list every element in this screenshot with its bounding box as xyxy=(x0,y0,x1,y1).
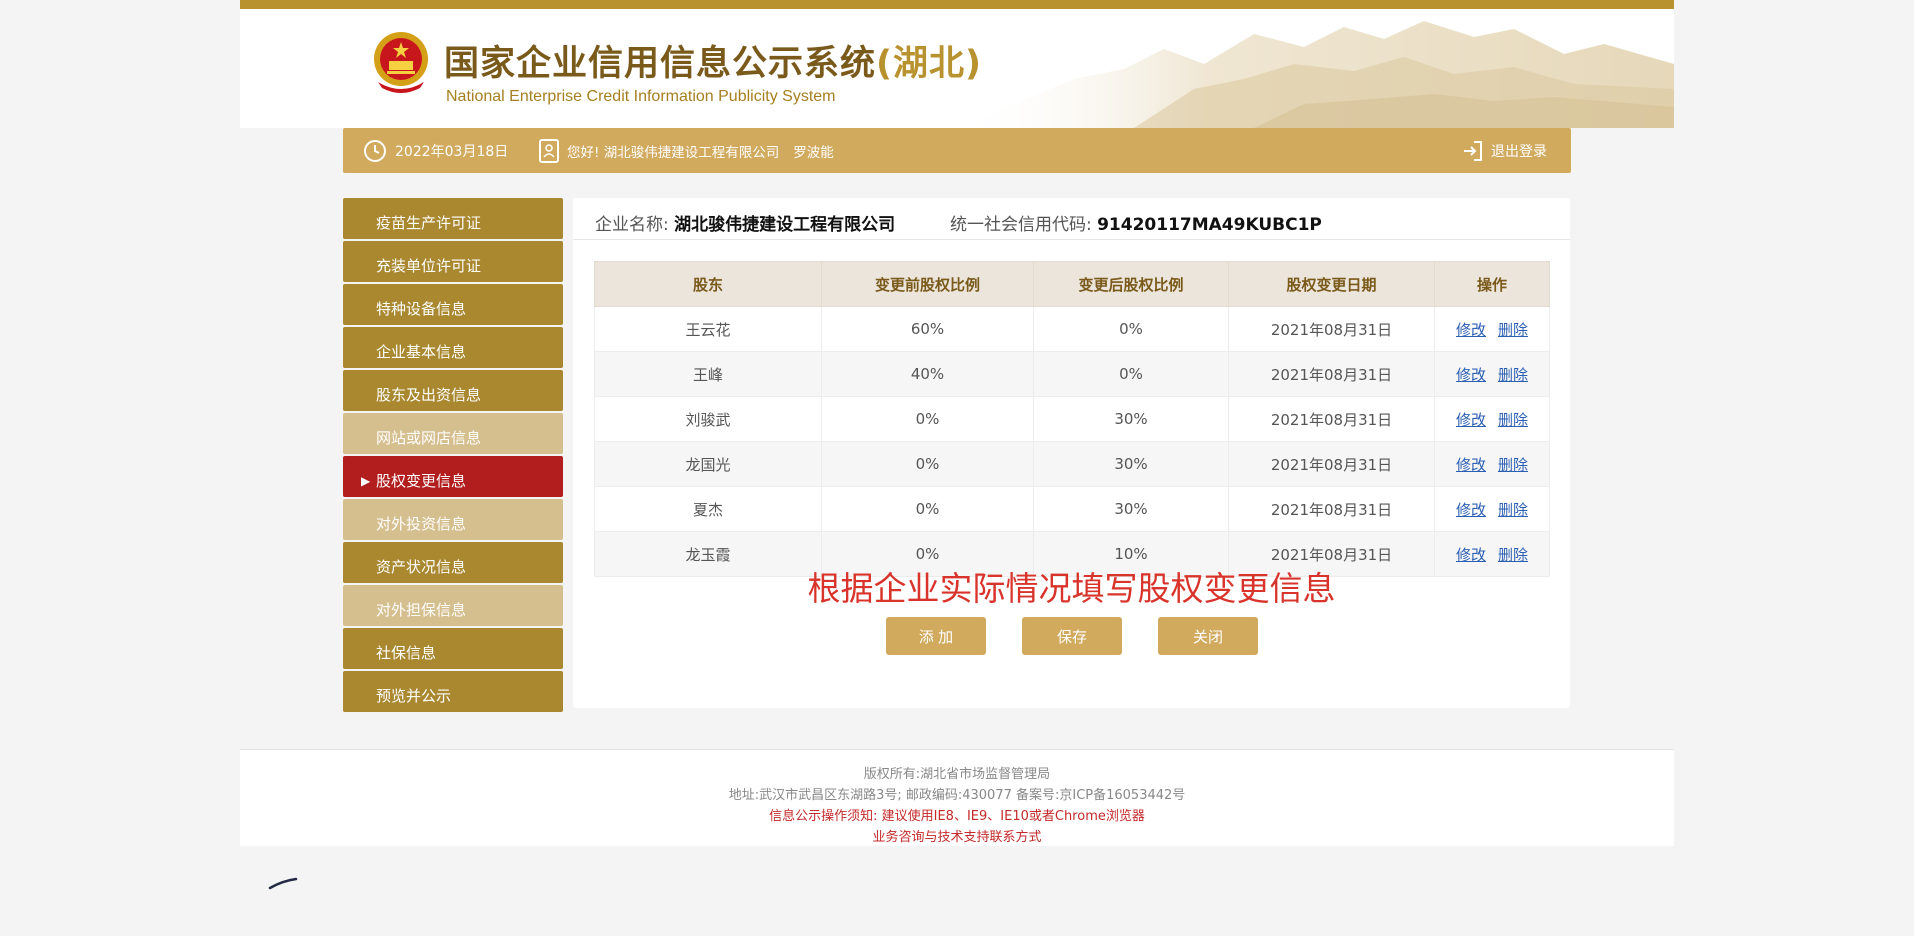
enterprise-info: 企业名称: 湖北骏伟捷建设工程有限公司 统一社会信用代码: 91420117MA… xyxy=(595,215,1322,235)
sidebar-item-investment[interactable]: 对外投资信息 xyxy=(343,499,563,540)
sidebar-item-social-security[interactable]: 社保信息 xyxy=(343,628,563,669)
table-row: 王峰 40% 0% 2021年08月31日 修改 删除 xyxy=(594,351,1550,397)
address-text: 地址:武汉市武昌区东湖路3号; 邮政编码:430077 备案号:京ICP备160… xyxy=(728,788,1186,803)
header-banner: 国家企业信用信息公示系统(湖北) National Enterprise Cre… xyxy=(240,9,1674,128)
edit-link[interactable]: 修改 xyxy=(1456,456,1486,474)
instruction-hint: 根据企业实际情况填写股权变更信息 xyxy=(807,569,1336,608)
copyright-text: 版权所有:湖北省市场监督管理局 xyxy=(863,767,1051,782)
edit-link[interactable]: 修改 xyxy=(1456,546,1486,564)
browser-notice: 信息公示操作须知: 建议使用IE8、IE9、IE10或者Chrome浏览器 xyxy=(769,809,1145,824)
sidebar-item-shareholders[interactable]: 股东及出资信息 xyxy=(343,370,563,411)
close-button[interactable]: 关闭 xyxy=(1158,617,1258,655)
divider xyxy=(573,239,1570,240)
table-row: 刘骏武 0% 30% 2021年08月31日 修改 删除 xyxy=(594,396,1550,442)
column-header: 变更后股权比例 xyxy=(1033,261,1229,307)
sidebar-item-assets[interactable]: 资产状况信息 xyxy=(343,542,563,583)
table-row: 王云花 60% 0% 2021年08月31日 修改 删除 xyxy=(594,306,1550,352)
id-card-icon xyxy=(539,138,559,163)
active-arrow-icon: ▶ xyxy=(361,474,371,488)
clock-icon xyxy=(364,139,386,162)
delete-link[interactable]: 删除 xyxy=(1498,366,1528,384)
edit-link[interactable]: 修改 xyxy=(1456,321,1486,339)
date-display: 2022年03月18日 xyxy=(363,128,508,173)
main-panel: 企业名称: 湖北骏伟捷建设工程有限公司 统一社会信用代码: 91420117MA… xyxy=(573,198,1570,708)
mountain-landscape-image xyxy=(954,21,1674,128)
system-title: 国家企业信用信息公示系统(湖北) xyxy=(444,44,983,84)
delete-link[interactable]: 删除 xyxy=(1498,456,1528,474)
greeting: 您好! 湖北骏伟捷建设工程有限公司 罗波能 xyxy=(539,128,834,173)
user-info-bar: 2022年03月18日 您好! 湖北骏伟捷建设工程有限公司 罗波能 退出登录 xyxy=(343,128,1571,173)
sidebar-item-equity-change[interactable]: ▶ 股权变更信息 xyxy=(343,456,563,497)
credit-code: 91420117MA49KUBC1P xyxy=(1097,215,1322,235)
table-header-row: 股东 变更前股权比例 变更后股权比例 股权变更日期 操作 xyxy=(594,261,1550,307)
national-emblem-icon xyxy=(374,32,428,93)
pen-stroke-mark xyxy=(268,877,298,890)
logout-button[interactable]: 退出登录 xyxy=(1461,128,1547,173)
table-row: 夏杰 0% 30% 2021年08月31日 修改 删除 xyxy=(594,486,1550,532)
column-header: 操作 xyxy=(1434,261,1550,307)
add-button[interactable]: 添 加 xyxy=(886,617,986,655)
enterprise-name: 湖北骏伟捷建设工程有限公司 xyxy=(674,215,896,235)
sidebar-item-guarantee[interactable]: 对外担保信息 xyxy=(343,585,563,626)
sidebar-item-basic-info[interactable]: 企业基本信息 xyxy=(343,327,563,368)
logout-icon xyxy=(1464,140,1482,161)
column-header: 股权变更日期 xyxy=(1228,261,1435,307)
delete-link[interactable]: 删除 xyxy=(1498,321,1528,339)
delete-link[interactable]: 删除 xyxy=(1498,546,1528,564)
sidebar-item-preview-publish[interactable]: 预览并公示 xyxy=(343,671,563,712)
sidebar-item-website[interactable]: 网站或网店信息 xyxy=(343,413,563,454)
column-header: 股东 xyxy=(594,261,822,307)
page-header: 国家企业信用信息公示系统(湖北) National Enterprise Cre… xyxy=(240,0,1674,128)
delete-link[interactable]: 删除 xyxy=(1498,411,1528,429)
column-header: 变更前股权比例 xyxy=(821,261,1034,307)
top-accent-bar xyxy=(240,0,1674,9)
sidebar-item-vaccine-license[interactable]: 疫苗生产许可证 xyxy=(343,198,563,239)
sidebar-item-filling-license[interactable]: 充装单位许可证 xyxy=(343,241,563,282)
edit-link[interactable]: 修改 xyxy=(1456,501,1486,519)
page-footer: 版权所有:湖北省市场监督管理局 地址:武汉市武昌区东湖路3号; 邮政编码:430… xyxy=(240,749,1674,846)
delete-link[interactable]: 删除 xyxy=(1498,501,1528,519)
sidebar-item-special-equipment[interactable]: 特种设备信息 xyxy=(343,284,563,325)
edit-link[interactable]: 修改 xyxy=(1456,411,1486,429)
equity-change-table: 股东 变更前股权比例 变更后股权比例 股权变更日期 操作 王云花 60% 0% … xyxy=(594,261,1550,577)
system-title-english: National Enterprise Credit Information P… xyxy=(446,88,836,105)
sidebar-nav: 疫苗生产许可证 充装单位许可证 特种设备信息 企业基本信息 股东及出资信息 网站… xyxy=(343,198,563,714)
table-row: 龙国光 0% 30% 2021年08月31日 修改 删除 xyxy=(594,441,1550,487)
save-button[interactable]: 保存 xyxy=(1022,617,1122,655)
edit-link[interactable]: 修改 xyxy=(1456,366,1486,384)
support-contact-link[interactable]: 业务咨询与技术支持联系方式 xyxy=(240,826,1674,845)
user-name: 罗波能 xyxy=(793,144,834,161)
